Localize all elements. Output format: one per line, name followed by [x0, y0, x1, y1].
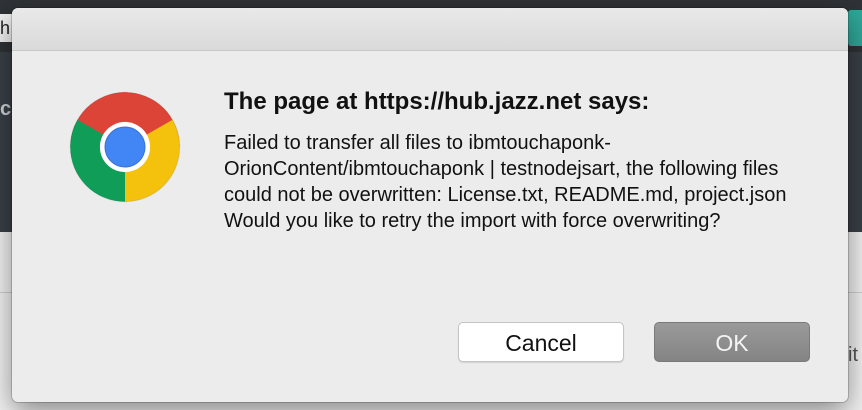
- dialog-title: The page at https://hub.jazz.net says:: [224, 88, 650, 115]
- chrome-logo-icon: [69, 91, 181, 203]
- background-action-button: [848, 10, 862, 46]
- dialog-message-line: Would you like to retry the import with …: [224, 210, 721, 232]
- dialog-message: Failed to transfer all files to ibmtouch…: [224, 130, 804, 234]
- dialog-message-line: Failed to transfer all files to ibmtouch…: [224, 132, 787, 206]
- cancel-button[interactable]: Cancel: [458, 322, 624, 362]
- background-text-fragment: it: [848, 344, 858, 366]
- dialog-titlebar: [12, 8, 848, 51]
- ok-button[interactable]: OK: [654, 322, 810, 362]
- alert-dialog: The page at https://hub.jazz.net says: F…: [12, 8, 848, 402]
- background-search-field: h: [0, 14, 12, 42]
- background-banner-text: c: [0, 98, 12, 120]
